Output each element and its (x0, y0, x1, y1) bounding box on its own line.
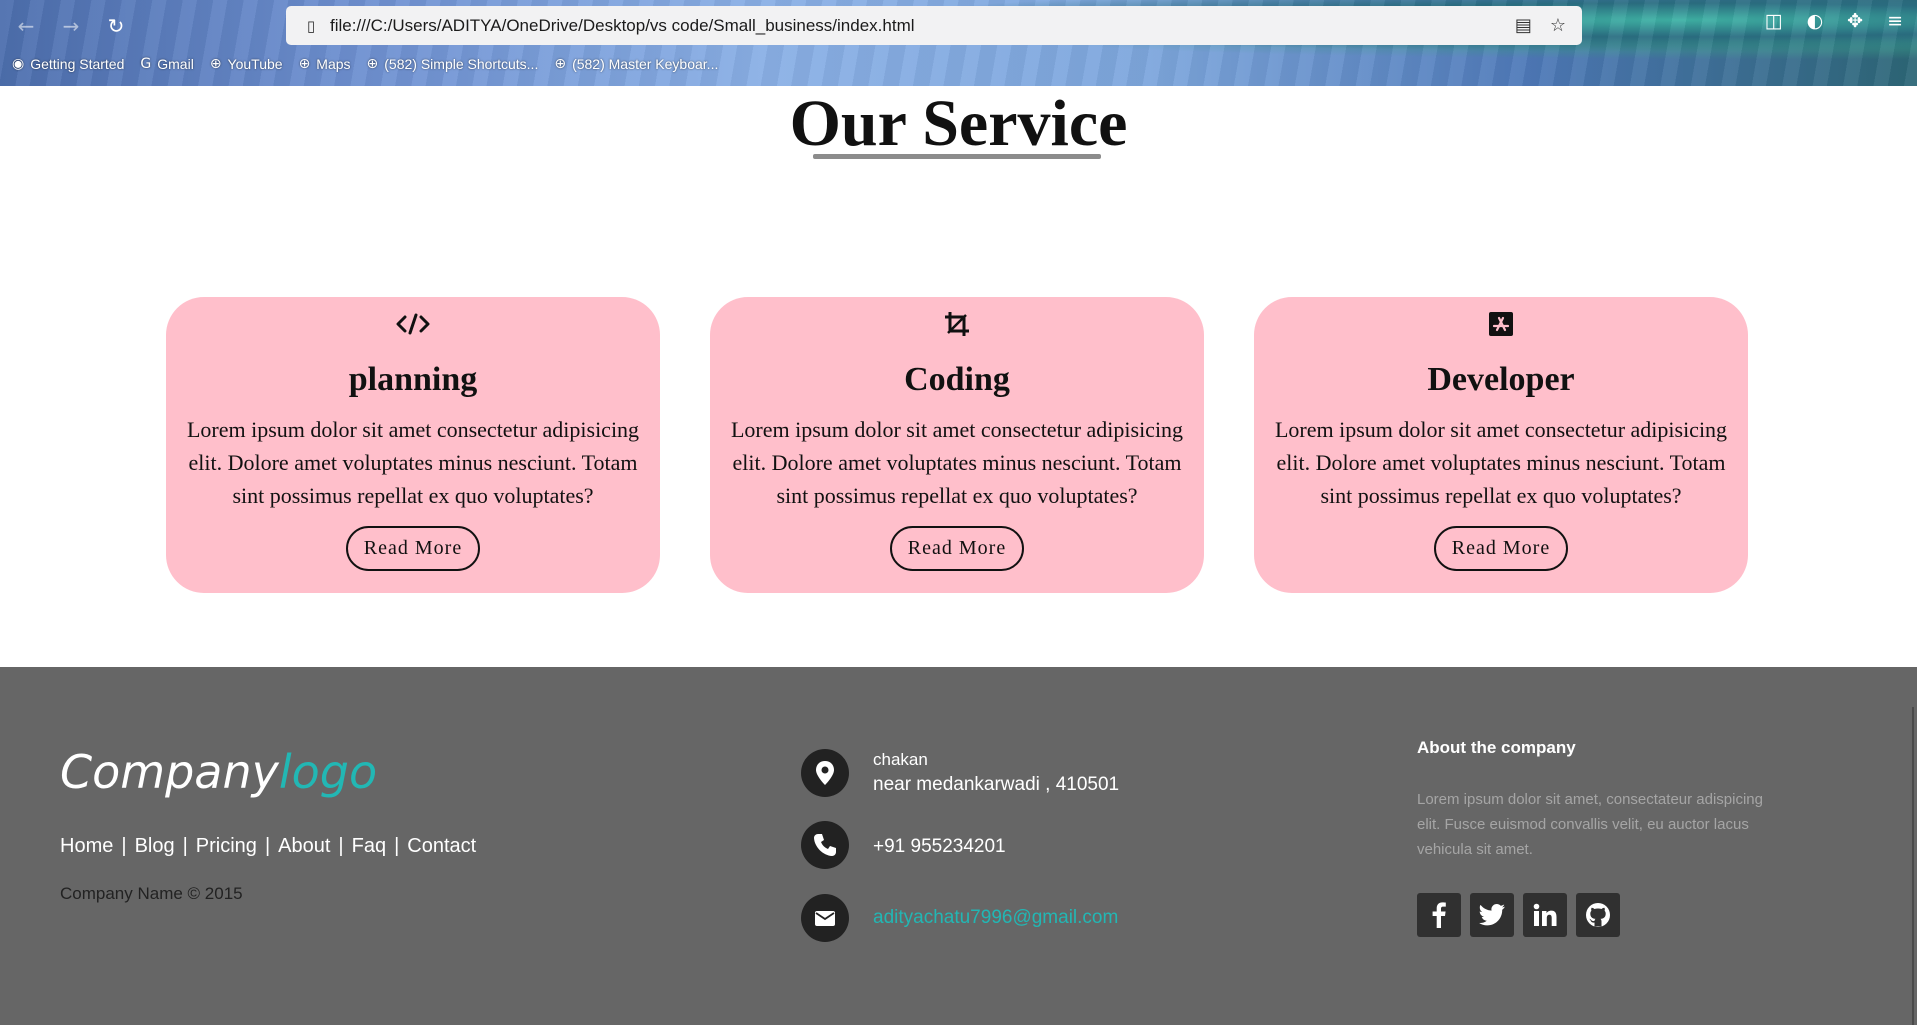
reader-view-icon[interactable]: ▤ (1515, 15, 1532, 36)
globe-icon: ⊕ (366, 56, 379, 72)
footer-link-blog[interactable]: Blog (135, 835, 175, 858)
section-title: Our Service (789, 87, 1128, 160)
bookmark-label: Maps (316, 56, 351, 72)
back-button[interactable]: ← (12, 12, 40, 40)
envelope-icon (801, 894, 849, 942)
location-pin-icon (801, 749, 849, 797)
twitter-icon[interactable] (1470, 893, 1514, 937)
bookmark-label: Getting Started (30, 56, 125, 72)
card-text: Lorem ipsum dolor sit amet consectetur a… (730, 417, 1184, 508)
link-separator: | (264, 835, 271, 857)
menu-icon[interactable]: ≡ (1887, 10, 1903, 32)
firefox-icon: ◉ (12, 56, 25, 72)
facebook-icon[interactable] (1417, 893, 1461, 937)
logo-text-primary: Company (60, 745, 279, 799)
contact-address: chakan near medankarwadi , 410501 (801, 749, 1119, 797)
google-icon: G (140, 56, 152, 72)
service-card-planning: planning Lorem ipsum dolor sit amet cons… (166, 297, 660, 593)
link-separator: | (121, 835, 127, 857)
bookmark-label: (582) Master Keyboar... (572, 56, 719, 72)
footer-link-contact[interactable]: Contact (407, 835, 476, 858)
bookmark-item[interactable]: ⊕ YouTube (210, 56, 283, 72)
bookmarks-bar: ◉ Getting Started G Gmail ⊕ YouTube ⊕ Ma… (12, 56, 718, 72)
title-underline (813, 154, 1101, 159)
social-links (1417, 893, 1620, 937)
github-icon[interactable] (1576, 893, 1620, 937)
extensions-icon[interactable]: ✥ (1847, 10, 1863, 32)
link-separator: | (394, 835, 400, 857)
crop-icon (710, 305, 1204, 343)
read-more-button[interactable]: Read More (889, 526, 1025, 571)
footer-link-faq[interactable]: Faq (352, 835, 386, 858)
service-cards: planning Lorem ipsum dolor sit amet cons… (166, 297, 1748, 593)
footer-link-pricing[interactable]: Pricing (196, 835, 257, 858)
read-more-button[interactable]: Read More (1433, 526, 1569, 571)
code-icon (166, 305, 660, 343)
file-icon: ▯ (306, 16, 316, 35)
address-line2: near medankarwadi , 410501 (873, 774, 1120, 795)
pocket-icon[interactable]: ◫ (1765, 10, 1783, 32)
card-title: planning (348, 361, 478, 398)
footer-nav: Home | Blog | Pricing | About | Faq | Contact (60, 835, 476, 858)
bookmark-label: Gmail (157, 56, 194, 72)
bookmark-item[interactable]: ◉ Getting Started (12, 56, 124, 72)
address-line1: chakan (873, 750, 928, 769)
globe-icon: ⊕ (554, 56, 567, 72)
logo-text-accent: logo (278, 745, 378, 799)
browser-toolbar: ← → ↻ ▯ file:///C:/Users/ADITYA/OneDrive… (0, 0, 1917, 86)
address-bar[interactable]: ▯ file:///C:/Users/ADITYA/OneDrive/Deskt… (286, 6, 1582, 45)
card-title: Coding (904, 361, 1010, 398)
service-card-developer: Developer Lorem ipsum dolor sit amet con… (1254, 297, 1748, 593)
link-separator: | (338, 835, 344, 857)
globe-icon: ⊕ (209, 56, 222, 72)
bookmark-star-icon[interactable]: ☆ (1550, 15, 1566, 36)
bookmark-item[interactable]: ⊕ Maps (299, 56, 351, 72)
service-card-coding: Coding Lorem ipsum dolor sit amet consec… (710, 297, 1204, 593)
forward-button[interactable]: → (57, 12, 85, 40)
link-separator: | (182, 835, 188, 857)
bookmark-item[interactable]: ⊕ (582) Simple Shortcuts... (367, 56, 539, 72)
phone-icon (801, 821, 849, 869)
app-store-icon (1254, 305, 1748, 343)
url-text[interactable]: file:///C:/Users/ADITYA/OneDrive/Desktop… (330, 16, 1515, 36)
read-more-button[interactable]: Read More (345, 526, 481, 571)
bookmark-label: YouTube (227, 56, 283, 72)
email-link[interactable]: adityachatu7996@gmail.com (873, 907, 1118, 928)
company-logo[interactable]: Companylogo (60, 745, 377, 799)
bookmark-label: (582) Simple Shortcuts... (384, 56, 539, 72)
phone-number: +91 955234201 (873, 836, 1006, 857)
footer-link-about[interactable]: About (278, 835, 330, 858)
about-text: Lorem ipsum dolor sit amet, consectateur… (1417, 791, 1763, 858)
reload-button[interactable]: ↻ (102, 12, 130, 40)
copyright: Company Name © 2015 (60, 884, 243, 903)
contact-phone: +91 955234201 (801, 821, 1006, 869)
bookmark-item[interactable]: ⊕ (582) Master Keyboar... (554, 56, 718, 72)
contact-email: adityachatu7996@gmail.com (801, 894, 1118, 942)
linkedin-icon[interactable] (1523, 893, 1567, 937)
scrollbar[interactable] (1912, 707, 1914, 1025)
card-title: Developer (1427, 361, 1575, 398)
account-icon[interactable]: ◐ (1807, 10, 1824, 32)
globe-icon: ⊕ (298, 56, 311, 72)
bookmark-item[interactable]: G Gmail (140, 56, 193, 72)
site-footer: Companylogo Home | Blog | Pricing | About | … (0, 667, 1917, 1025)
card-text: Lorem ipsum dolor sit amet consectetur a… (1274, 417, 1728, 508)
about-title: About the company (1417, 738, 1576, 757)
card-text: Lorem ipsum dolor sit amet consectetur a… (186, 417, 640, 508)
footer-link-home[interactable]: Home (60, 835, 113, 858)
